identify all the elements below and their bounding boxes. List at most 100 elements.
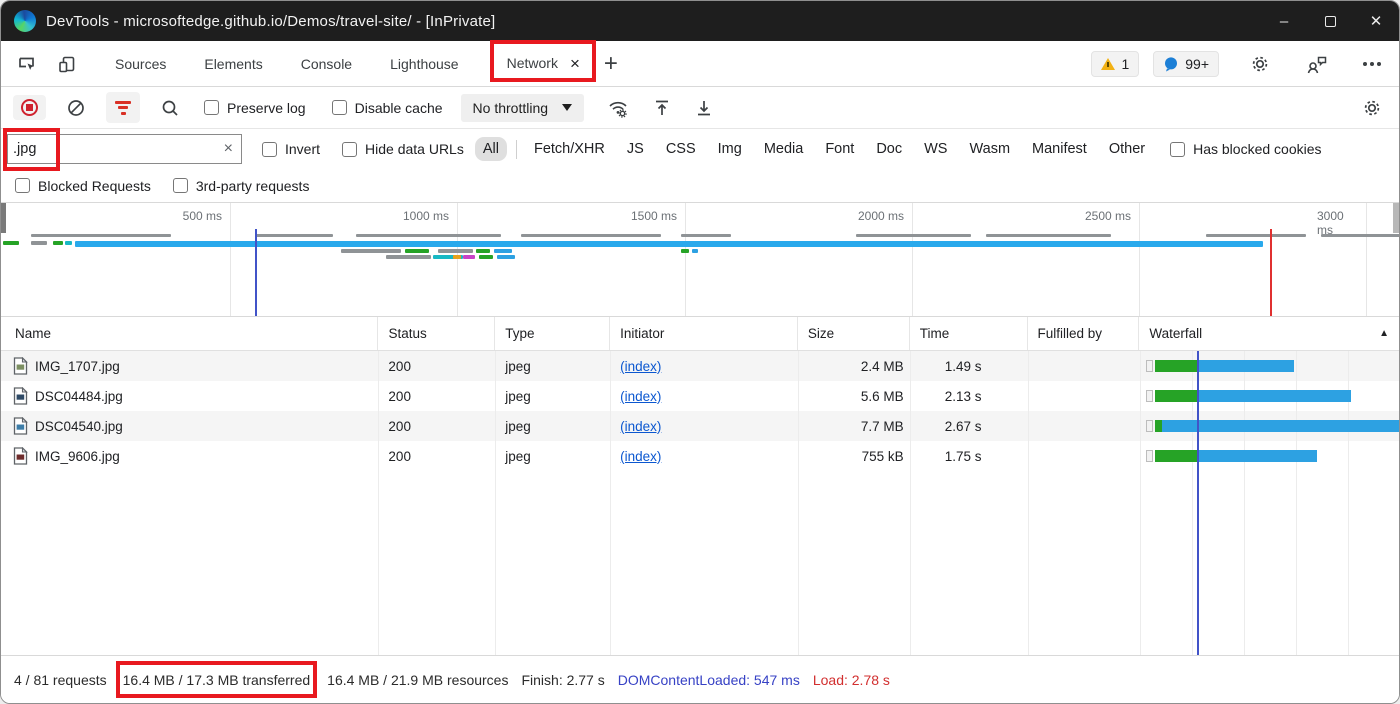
disable-cache-checkbox[interactable]: Disable cache bbox=[332, 100, 443, 116]
waterfall-download-bar bbox=[1197, 450, 1317, 462]
waterfall-download-bar bbox=[1197, 360, 1294, 372]
overview-bar bbox=[1206, 234, 1306, 237]
filter-type-fetch-xhr[interactable]: Fetch/XHR bbox=[526, 137, 613, 161]
resource-type-filters: All Fetch/XHRJSCSSImgMediaFontDocWSWasmMa… bbox=[472, 137, 1156, 161]
initiator-link[interactable]: (index) bbox=[620, 449, 661, 464]
edge-logo-icon bbox=[14, 10, 36, 32]
feedback-count-badge[interactable]: 99+ bbox=[1153, 51, 1219, 77]
column-header-name[interactable]: Name bbox=[1, 317, 378, 350]
maximize-button[interactable] bbox=[1307, 1, 1353, 41]
feedback-button[interactable] bbox=[1301, 49, 1333, 79]
third-party-requests-checkbox[interactable]: 3rd-party requests bbox=[173, 178, 310, 194]
tab-network[interactable]: Network × bbox=[499, 46, 588, 82]
overview-bar bbox=[453, 255, 461, 259]
overview-bar bbox=[405, 249, 429, 253]
cell-size: 7.7 MB bbox=[798, 411, 910, 441]
network-conditions-button[interactable] bbox=[602, 93, 634, 123]
column-label: Fulfilled by bbox=[1038, 326, 1103, 341]
column-border bbox=[495, 351, 496, 655]
column-label: Status bbox=[388, 326, 426, 341]
inspect-element-button[interactable] bbox=[13, 50, 41, 78]
initiator-link[interactable]: (index) bbox=[620, 389, 661, 404]
column-header-waterfall[interactable]: Waterfall▲ bbox=[1139, 317, 1399, 350]
column-header-type[interactable]: Type bbox=[495, 317, 610, 350]
filter-type-img[interactable]: Img bbox=[710, 137, 750, 161]
network-settings-button[interactable] bbox=[1357, 93, 1387, 123]
filter-type-manifest[interactable]: Manifest bbox=[1024, 137, 1095, 161]
record-network-log-button[interactable] bbox=[13, 95, 46, 120]
cell-initiator: (index) bbox=[610, 441, 798, 471]
export-har-button[interactable] bbox=[690, 94, 718, 122]
network-overview-timeline[interactable]: 500 ms1000 ms1500 ms2000 ms2500 ms3000 m… bbox=[1, 203, 1399, 317]
blocked-requests-checkbox[interactable]: Blocked Requests bbox=[15, 178, 151, 194]
tab-lighthouse[interactable]: Lighthouse bbox=[390, 46, 459, 82]
waterfall-queue-box bbox=[1146, 360, 1153, 372]
column-border bbox=[1028, 351, 1029, 655]
cell-type: jpeg bbox=[495, 381, 610, 411]
filter-type-all[interactable]: All bbox=[475, 137, 507, 161]
filter-type-js[interactable]: JS bbox=[619, 137, 652, 161]
has-blocked-cookies-checkbox[interactable]: Has blocked cookies bbox=[1170, 141, 1321, 157]
filter-type-font[interactable]: Font bbox=[817, 137, 862, 161]
tab-elements[interactable]: Elements bbox=[204, 46, 262, 82]
overview-bar bbox=[497, 255, 515, 259]
maximize-icon bbox=[1325, 16, 1336, 27]
table-row[interactable]: IMG_9606.jpg200jpeg(index)755 kB1.75 s bbox=[1, 441, 1399, 471]
filter-type-doc[interactable]: Doc bbox=[868, 137, 910, 161]
table-row[interactable]: DSC04484.jpg200jpeg(index)5.6 MB2.13 s bbox=[1, 381, 1399, 411]
throttling-value: No throttling bbox=[473, 100, 548, 116]
download-arrow-icon bbox=[694, 98, 714, 118]
column-header-initiator[interactable]: Initiator bbox=[610, 317, 798, 350]
search-button[interactable] bbox=[156, 94, 184, 122]
issues-badge[interactable]: 1 bbox=[1091, 51, 1139, 77]
device-emulation-button[interactable] bbox=[53, 50, 81, 78]
hide-data-urls-checkbox[interactable]: Hide data URLs bbox=[342, 141, 464, 157]
resources-summary: 16.4 MB / 21.9 MB resources bbox=[327, 672, 508, 688]
add-tab-button[interactable]: + bbox=[604, 52, 618, 76]
cell-size: 5.6 MB bbox=[798, 381, 910, 411]
table-row[interactable]: DSC04540.jpg200jpeg(index)7.7 MB2.67 s bbox=[1, 411, 1399, 441]
import-har-button[interactable] bbox=[648, 94, 676, 122]
filter-type-ws[interactable]: WS bbox=[916, 137, 955, 161]
initiator-link[interactable]: (index) bbox=[620, 419, 661, 434]
table-row[interactable]: IMG_1707.jpg200jpeg(index)2.4 MB1.49 s bbox=[1, 351, 1399, 381]
window-title: DevTools - microsoftedge.github.io/Demos… bbox=[46, 13, 495, 30]
cell-status: 200 bbox=[378, 381, 495, 411]
requests-summary: 4 / 81 requests bbox=[14, 672, 107, 688]
tab-sources[interactable]: Sources bbox=[115, 46, 166, 82]
column-label: Name bbox=[15, 326, 51, 341]
close-button[interactable]: ✕ bbox=[1353, 1, 1399, 41]
column-header-fulfilled-by[interactable]: Fulfilled by bbox=[1028, 317, 1140, 350]
column-header-time[interactable]: Time bbox=[910, 317, 1028, 350]
sort-ascending-icon: ▲ bbox=[1379, 328, 1389, 339]
minimize-button[interactable]: – bbox=[1261, 1, 1307, 41]
clear-filter-icon[interactable]: × bbox=[224, 140, 233, 158]
tab-console[interactable]: Console bbox=[301, 46, 352, 82]
column-label: Time bbox=[920, 326, 950, 341]
cell-fulfilled-by bbox=[1028, 381, 1140, 411]
preserve-log-checkbox[interactable]: Preserve log bbox=[204, 100, 306, 116]
transferred-summary: 16.4 MB / 17.3 MB transferred bbox=[123, 672, 311, 688]
cell-fulfilled-by bbox=[1028, 351, 1140, 381]
invert-checkbox[interactable]: Invert bbox=[262, 141, 320, 157]
filter-type-css[interactable]: CSS bbox=[658, 137, 704, 161]
initiator-link[interactable]: (index) bbox=[620, 359, 661, 374]
settings-button[interactable] bbox=[1245, 49, 1275, 79]
column-header-status[interactable]: Status bbox=[378, 317, 495, 350]
finish-time: Finish: 2.77 s bbox=[521, 672, 604, 688]
filter-type-other[interactable]: Other bbox=[1101, 137, 1153, 161]
filter-input[interactable]: .jpg × bbox=[7, 134, 242, 164]
throttling-select[interactable]: No throttling bbox=[461, 94, 584, 122]
overview-right-handle[interactable] bbox=[1393, 203, 1399, 233]
column-border bbox=[910, 351, 911, 655]
filter-type-media[interactable]: Media bbox=[756, 137, 812, 161]
clear-network-log-button[interactable] bbox=[62, 94, 90, 122]
filter-type-wasm[interactable]: Wasm bbox=[961, 137, 1018, 161]
overview-bar bbox=[681, 234, 731, 237]
filter-button[interactable] bbox=[106, 92, 140, 123]
close-network-tab-icon[interactable]: × bbox=[570, 55, 580, 72]
column-header-size[interactable]: Size bbox=[798, 317, 910, 350]
cell-time: 1.75 s bbox=[910, 441, 1028, 471]
more-options-button[interactable] bbox=[1359, 58, 1385, 70]
overview-left-handle[interactable] bbox=[1, 203, 6, 233]
